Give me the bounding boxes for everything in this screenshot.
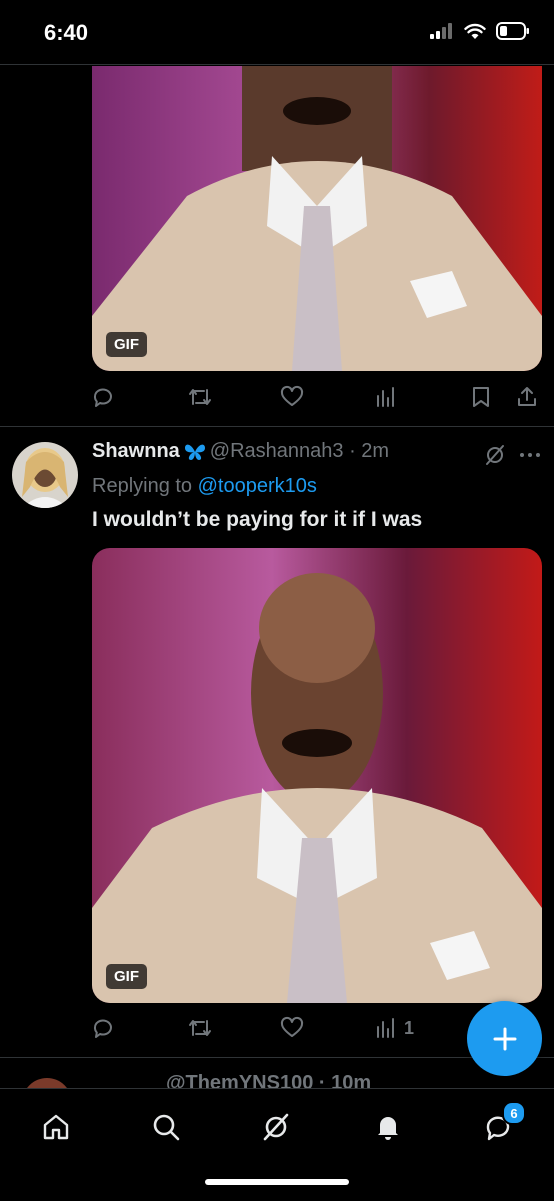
views-button[interactable]: 1 (374, 1016, 414, 1040)
retweet-icon (189, 1020, 211, 1036)
gif-media-first[interactable]: GIF (92, 66, 542, 371)
tweet-divider (0, 426, 554, 427)
display-name[interactable]: Shawnna (92, 440, 180, 463)
retweet-button[interactable] (187, 385, 213, 409)
cellular-signal-icon (430, 23, 452, 39)
replying-to: Replying to @tooperk10s (92, 475, 317, 498)
home-icon (43, 1114, 69, 1140)
avatar[interactable] (12, 442, 78, 508)
nav-messages[interactable]: 6 (478, 1101, 526, 1147)
grok-icon (486, 445, 504, 465)
replying-to-mention[interactable]: @tooperk10s (198, 475, 317, 497)
grok-icon (263, 1113, 289, 1141)
bell-icon (378, 1117, 398, 1140)
gif-image (92, 548, 542, 1003)
next-tweet-peek: @ThemYNS100 · 10m (0, 1060, 554, 1090)
more-options-button[interactable] (519, 443, 541, 467)
gif-media[interactable]: GIF (92, 548, 542, 1003)
reply-button[interactable] (91, 385, 115, 409)
reply-icon (93, 1019, 112, 1038)
tweet-divider (0, 1057, 554, 1058)
butterfly-emoji-icon (184, 444, 205, 460)
bookmark-icon (473, 387, 489, 407)
compose-tweet-button[interactable] (467, 1001, 542, 1076)
share-icon (518, 387, 536, 406)
views-button[interactable] (374, 385, 398, 409)
tweet-text: I wouldn’t be paying for it if I was (92, 508, 423, 531)
wifi-icon (464, 23, 486, 39)
reply-button[interactable] (91, 1016, 115, 1040)
handle-and-time: @Rashannah3 · 2m (209, 440, 390, 462)
status-divider (0, 64, 554, 65)
grok-button[interactable] (483, 443, 507, 467)
heart-icon (280, 1016, 304, 1037)
search-icon (153, 1114, 180, 1141)
avatar-image (12, 442, 78, 508)
views-icon (377, 1018, 394, 1038)
home-indicator (205, 1179, 349, 1185)
retweet-button[interactable] (187, 1016, 213, 1040)
gif-image-first (92, 66, 542, 371)
battery-icon (496, 22, 529, 40)
views-count: 1 (404, 1017, 415, 1038)
like-button[interactable] (280, 1016, 304, 1040)
gif-badge: GIF (106, 964, 147, 989)
plus-icon (493, 1027, 516, 1050)
gif-badge: GIF (106, 332, 147, 357)
views-icon (377, 387, 394, 407)
share-button[interactable] (515, 385, 539, 409)
bookmark-button[interactable] (469, 385, 493, 409)
like-button[interactable] (280, 385, 304, 409)
nav-search[interactable] (146, 1107, 186, 1147)
status-bar: 6:40 (0, 0, 554, 64)
more-icon (520, 453, 540, 457)
heart-icon (280, 385, 304, 406)
nav-grok[interactable] (256, 1107, 296, 1147)
tweet-header: Shawnna @Rashannah3 · 2m (92, 440, 389, 463)
nav-notifications[interactable] (368, 1107, 408, 1147)
replying-to-label: Replying to (92, 475, 193, 497)
status-time: 6:40 (44, 20, 89, 45)
status-icons (430, 22, 530, 40)
notifications-badge: 6 (502, 1101, 526, 1125)
reply-icon (93, 388, 112, 407)
nav-home[interactable] (36, 1107, 76, 1147)
retweet-icon (189, 389, 211, 405)
